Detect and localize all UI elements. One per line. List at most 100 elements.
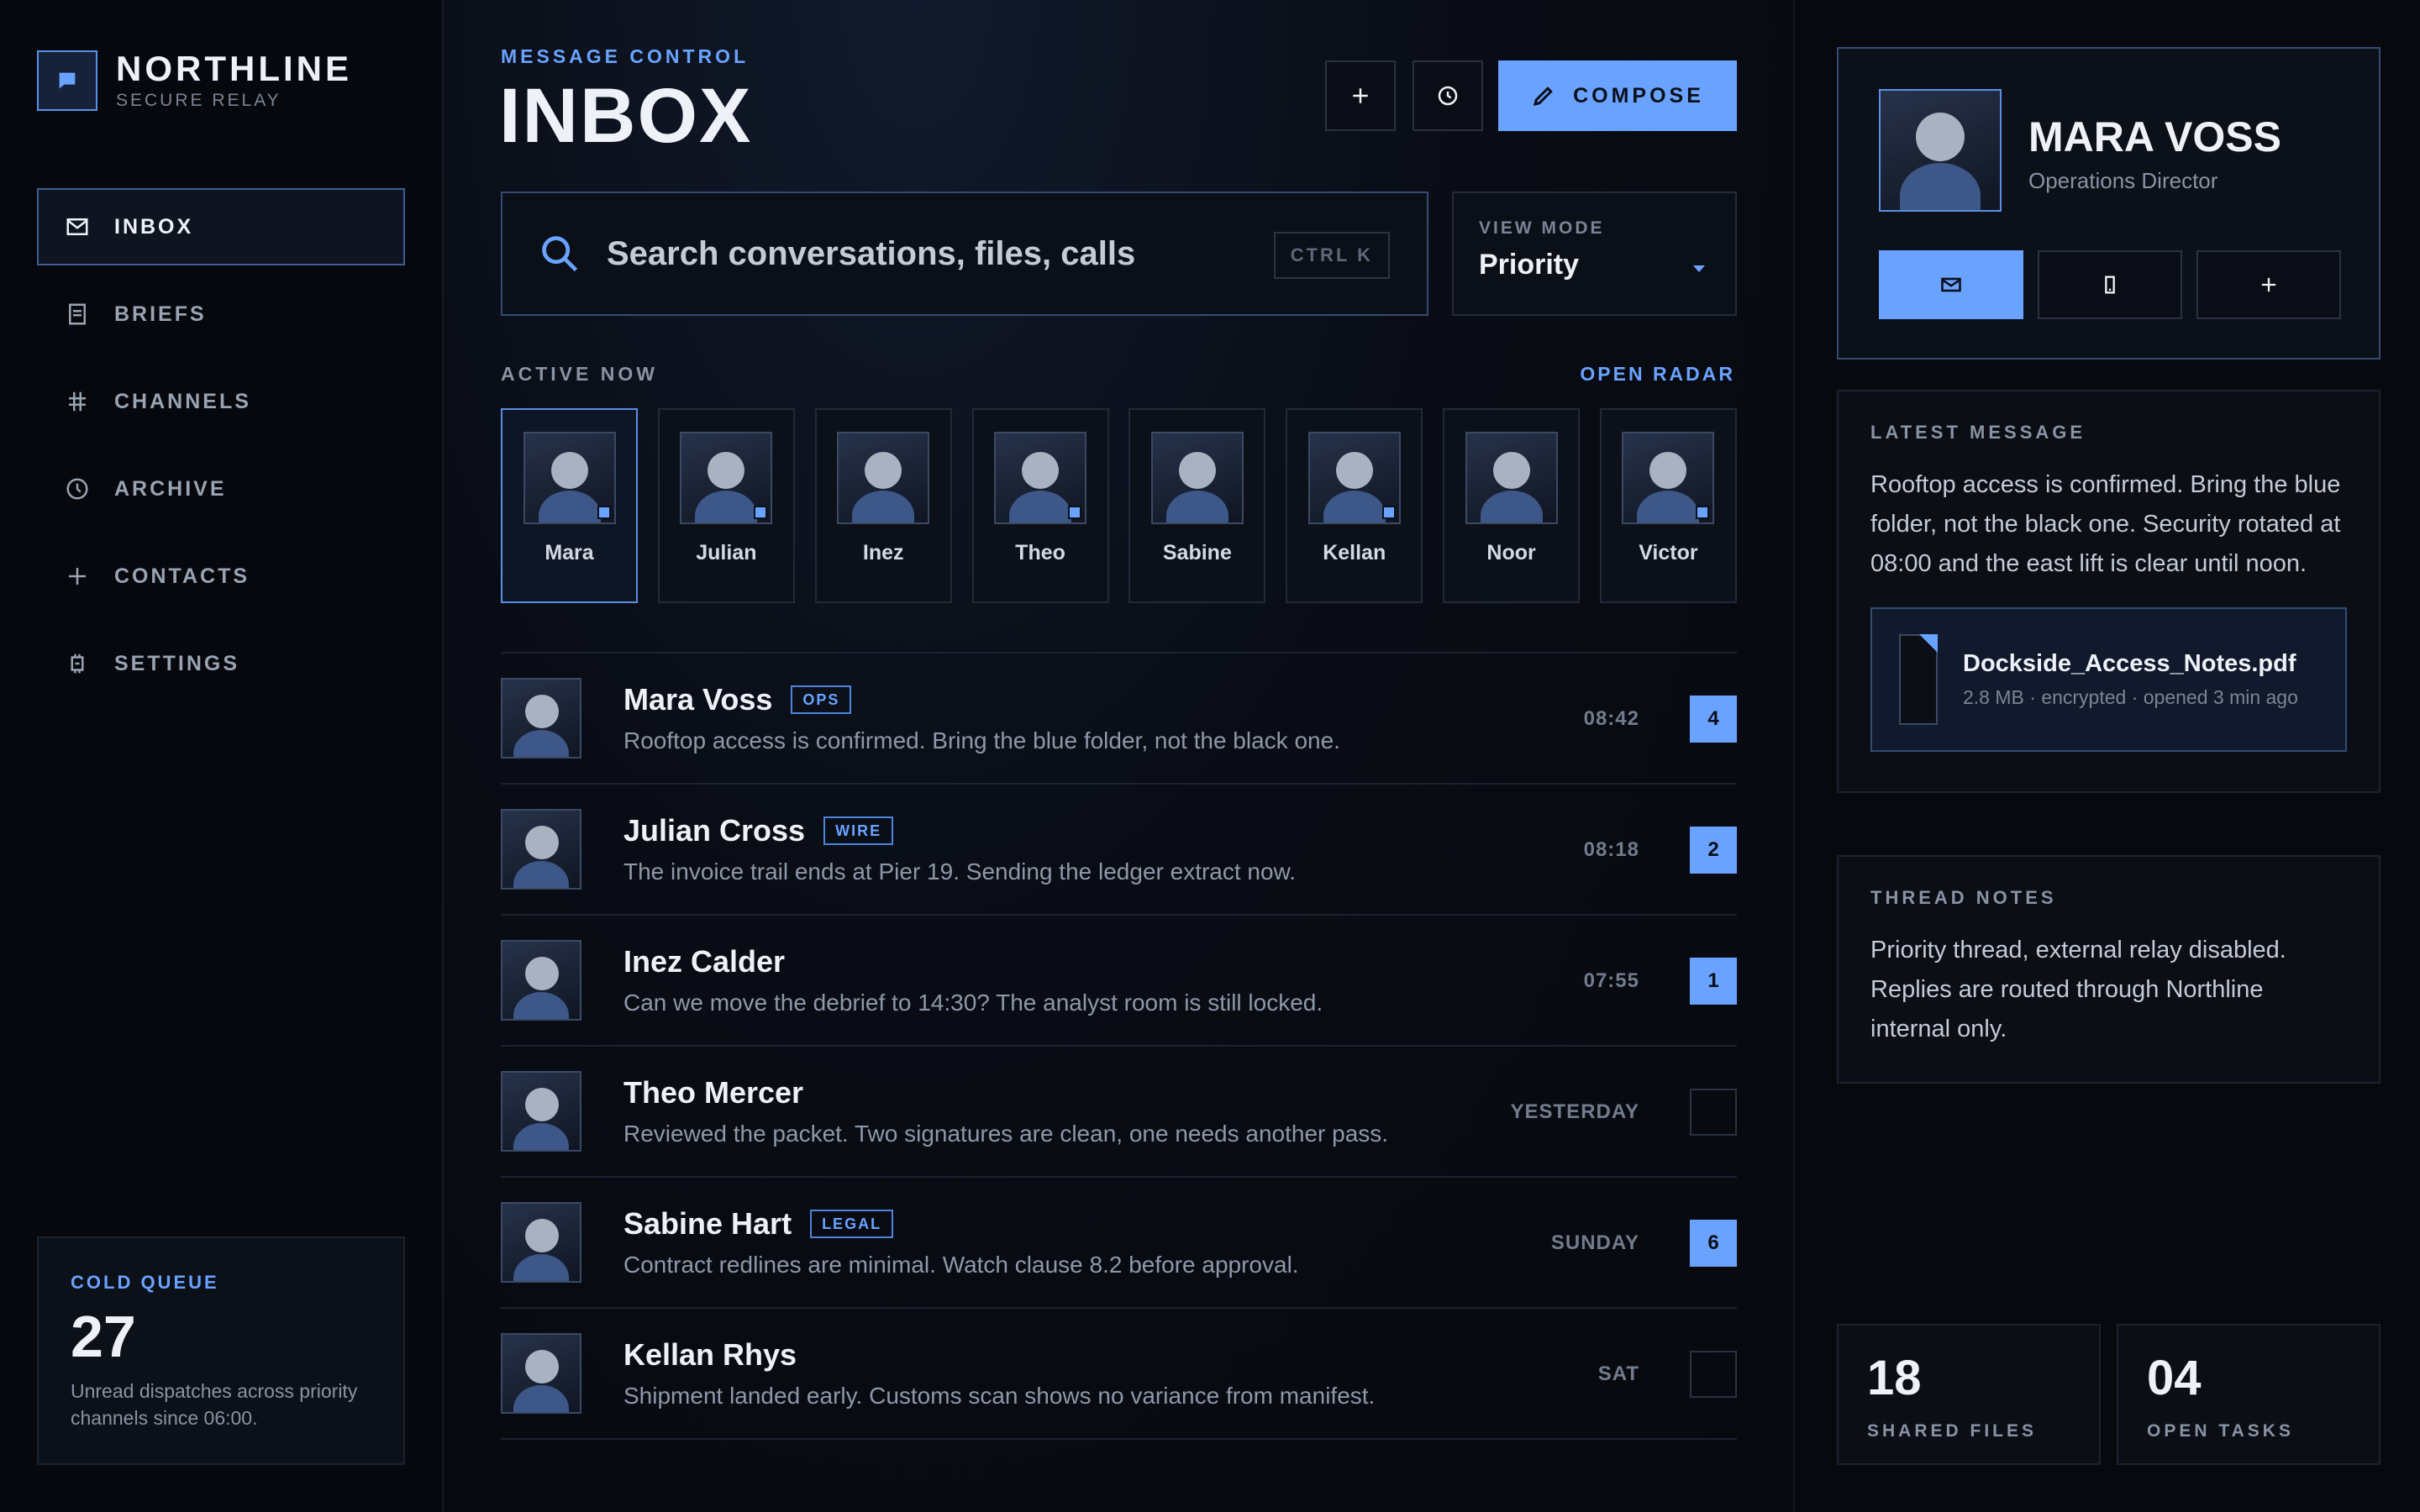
online-indicator <box>597 506 611 519</box>
cold-queue-label: COLD QUEUE <box>71 1272 219 1293</box>
message-preview: Contract redlines are minimal. Watch cla… <box>623 1252 1299 1278</box>
channels-icon <box>64 388 91 415</box>
call-contact-button[interactable] <box>2038 250 2182 319</box>
thread-notes-label: THREAD NOTES <box>1870 887 2057 908</box>
active-contact-card[interactable]: Victor <box>1599 408 1737 603</box>
profile-role: Operations Director <box>2028 168 2218 193</box>
view-mode-label: VIEW MODE <box>1479 218 1605 238</box>
avatar <box>1307 432 1401 524</box>
online-indicator <box>754 506 768 519</box>
message-time: SAT <box>1597 1362 1639 1385</box>
latest-message-label: LATEST MESSAGE <box>1870 422 2086 443</box>
view-mode-select[interactable]: VIEW MODE Priority <box>1452 192 1737 316</box>
message-preview: Shipment landed early. Customs scan show… <box>623 1383 1376 1409</box>
sidebar-item-settings[interactable]: SETTINGS <box>37 625 405 702</box>
active-contact-card[interactable]: Theo <box>971 408 1109 603</box>
avatar <box>501 1202 581 1283</box>
chevron-down-icon <box>1693 265 1705 272</box>
avatar <box>1622 432 1715 524</box>
open-tasks-stat[interactable]: 04 OPEN TASKS <box>2117 1324 2381 1465</box>
shared-files-stat[interactable]: 18 SHARED FILES <box>1837 1324 2101 1465</box>
avatar <box>501 1333 581 1414</box>
avatar <box>523 432 616 524</box>
message-time: SUNDAY <box>1550 1231 1639 1254</box>
sidebar-item-channels[interactable]: CHANNELS <box>37 363 405 440</box>
avatar <box>1465 432 1558 524</box>
sender-name: Sabine Hart <box>623 1206 792 1241</box>
cold-queue-card: COLD QUEUE 27 Unread dispatches across p… <box>37 1236 405 1465</box>
avatar <box>994 432 1087 524</box>
message-row[interactable]: Sabine Hart LEGAL Contract redlines are … <box>501 1178 1737 1309</box>
stat-value: 18 <box>1867 1351 1922 1405</box>
compose-button[interactable]: COMPOSE <box>1498 60 1737 131</box>
settings-icon <box>64 650 91 677</box>
message-preview: The invoice trail ends at Pier 19. Sendi… <box>623 858 1297 885</box>
sidebar-item-briefs[interactable]: BRIEFS <box>37 276 405 353</box>
sidebar-item-archive[interactable]: ARCHIVE <box>37 450 405 528</box>
message-time: 08:42 <box>1583 707 1639 730</box>
channel-tag: LEGAL <box>810 1210 894 1238</box>
avatar <box>501 678 581 759</box>
stat-label: OPEN TASKS <box>2147 1421 2294 1441</box>
search-placeholder: Search conversations, files, calls <box>607 234 1136 272</box>
online-indicator <box>1696 506 1710 519</box>
sidebar-item-inbox[interactable]: INBOX <box>37 188 405 265</box>
history-button[interactable] <box>1413 60 1483 131</box>
sidebar-item-contacts[interactable]: CONTACTS <box>37 538 405 615</box>
message-row[interactable]: Julian Cross WIRE The invoice trail ends… <box>501 785 1737 916</box>
file-icon <box>1899 634 1938 725</box>
brand-subtitle: SECURE RELAY <box>116 91 281 110</box>
latest-message-card: LATEST MESSAGE Rooftop access is confirm… <box>1837 390 2381 793</box>
message-contact-button[interactable] <box>1879 250 2023 319</box>
online-indicator <box>1068 506 1082 519</box>
active-contact-card[interactable]: Kellan <box>1286 408 1423 603</box>
search-input[interactable]: Search conversations, files, calls CTRL … <box>501 192 1428 316</box>
contact-name: Julian <box>696 541 757 564</box>
message-row[interactable]: Kellan Rhys Shipment landed early. Custo… <box>501 1309 1737 1440</box>
mail-icon <box>1939 273 1963 297</box>
active-contact-card[interactable]: Noor <box>1443 408 1581 603</box>
open-radar-link[interactable]: OPEN RADAR <box>1580 363 1735 386</box>
attachment[interactable]: Dockside_Access_Notes.pdf 2.8 MB · encry… <box>1870 607 2347 752</box>
active-contact-card[interactable]: Inez <box>814 408 952 603</box>
sender-name: Julian Cross <box>623 813 806 848</box>
new-item-button[interactable] <box>1325 60 1396 131</box>
profile-name: MARA VOSS <box>2028 113 2281 160</box>
sender-name: Kellan Rhys <box>623 1337 797 1372</box>
sidebar-item-label: ARCHIVE <box>114 476 227 501</box>
message-row[interactable]: Mara Voss OPS Rooftop access is confirme… <box>501 654 1737 785</box>
page-title: INBOX <box>499 73 753 159</box>
chat-logo-icon <box>37 50 97 111</box>
add-contact-button[interactable] <box>2196 250 2341 319</box>
unread-count-badge: 2 <box>1690 827 1737 874</box>
profile-actions <box>1879 250 2341 319</box>
channel-tag: OPS <box>791 685 852 714</box>
contact-name: Mara <box>544 541 594 564</box>
message-row[interactable]: Theo Mercer Reviewed the packet. Two sig… <box>501 1047 1737 1178</box>
message-list: Mara Voss OPS Rooftop access is confirme… <box>501 652 1737 1440</box>
avatar <box>501 1071 581 1152</box>
compose-label: COMPOSE <box>1573 83 1704 108</box>
message-row[interactable]: Inez Calder Can we move the debrief to 1… <box>501 916 1737 1047</box>
cold-queue-count: 27 <box>71 1304 136 1369</box>
document-icon <box>64 301 91 328</box>
active-contact-card[interactable]: Sabine <box>1128 408 1266 603</box>
brand[interactable]: NORTHLINE SECURE RELAY <box>37 50 352 111</box>
active-contact-card[interactable]: Mara <box>501 408 638 603</box>
active-now-label: ACTIVE NOW <box>501 363 658 385</box>
active-contact-card[interactable]: Julian <box>657 408 795 603</box>
brand-name: NORTHLINE <box>116 49 352 88</box>
unread-count-badge: 1 <box>1690 958 1737 1005</box>
thread-notes-text: Priority thread, external relay disabled… <box>1870 937 2286 1042</box>
plus-icon <box>2257 273 2281 297</box>
sidebar-item-label: CONTACTS <box>114 564 250 588</box>
plus-icon <box>1348 83 1373 108</box>
sidebar-item-label: BRIEFS <box>114 302 207 326</box>
unread-count-badge: 4 <box>1690 696 1737 743</box>
sidebar-nav: INBOX BRIEFS CHANNELS ARCHIVE CONTACTS S… <box>37 188 405 712</box>
attachment-name: Dockside_Access_Notes.pdf <box>1963 650 2296 677</box>
sidebar-item-label: CHANNELS <box>114 389 251 413</box>
phone-icon <box>2098 273 2122 297</box>
active-contacts: Mara Julian Inez Theo Sabine Kellan Noor… <box>501 408 1737 603</box>
avatar <box>1879 89 2002 212</box>
